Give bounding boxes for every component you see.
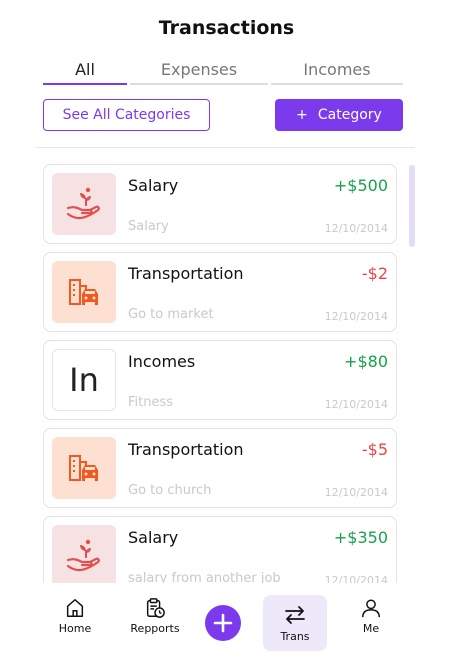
nav-me-label: Me — [362, 622, 380, 635]
bottom-nav: Home Repports Trans Me — [0, 585, 453, 658]
see-all-categories-button[interactable]: See All Categories — [43, 99, 210, 131]
scrollbar[interactable] — [409, 165, 415, 247]
hand-coin-icon — [52, 525, 116, 583]
nav-reports[interactable]: Repports — [123, 597, 187, 651]
transaction-amount: +$350 — [333, 528, 388, 547]
transaction-name: Transportation — [128, 264, 244, 283]
see-all-categories-label: See All Categories — [62, 107, 191, 123]
tab-bar: All Expenses Incomes — [43, 60, 403, 86]
nav-trans-label: Trans — [280, 630, 310, 643]
transaction-amount: +$500 — [333, 176, 388, 195]
tab-all[interactable]: All — [43, 60, 127, 85]
clipboard-clock-icon — [146, 598, 165, 618]
transaction-card[interactable]: Transportation -$2 Go to market 12/10/20… — [43, 252, 397, 332]
transaction-date: 12/10/2014 — [324, 486, 388, 499]
tab-incomes-label: Incomes — [303, 60, 371, 79]
nav-reports-label: Repports — [130, 622, 180, 635]
tab-expenses[interactable]: Expenses — [130, 60, 268, 85]
transaction-list[interactable]: Salary +$500 Salary 12/10/2014 Transport… — [0, 160, 453, 583]
nav-home-label: Home — [58, 622, 92, 635]
transaction-name: Salary — [128, 528, 179, 547]
transaction-amount: -$2 — [361, 264, 388, 283]
transaction-name: Salary — [128, 176, 179, 195]
tab-all-label: All — [75, 60, 95, 79]
transaction-card[interactable]: Transportation -$5 Go to church 12/10/20… — [43, 428, 397, 508]
tab-underline — [271, 83, 403, 85]
tab-expenses-label: Expenses — [160, 60, 238, 79]
transaction-name: Incomes — [128, 352, 196, 371]
transaction-note: Salary — [128, 219, 169, 234]
tab-incomes[interactable]: Incomes — [271, 60, 403, 85]
nav-home[interactable]: Home — [43, 597, 107, 651]
transaction-card[interactable]: Salary +$350 salary from another job 12/… — [43, 516, 397, 583]
page-title: Transactions — [158, 17, 295, 39]
transaction-date: 12/10/2014 — [324, 398, 388, 411]
transaction-name: Transportation — [128, 440, 244, 459]
add-category-label: Category — [317, 107, 382, 123]
tab-underline — [43, 83, 127, 85]
city-car-icon — [52, 437, 116, 499]
incomes-initials-icon: In — [52, 349, 116, 411]
incomes-initials: In — [69, 361, 99, 399]
transaction-note: Go to church — [128, 483, 212, 498]
plus-icon — [213, 613, 233, 633]
home-icon — [66, 599, 84, 617]
transaction-card[interactable]: In Incomes +$80 Fitness 12/10/2014 — [43, 340, 397, 420]
tab-underline — [130, 83, 268, 85]
hand-coin-icon — [52, 173, 116, 235]
user-icon — [362, 599, 380, 618]
city-car-icon — [52, 261, 116, 323]
transaction-amount: -$5 — [361, 440, 388, 459]
transaction-note: Fitness — [128, 395, 174, 410]
plus-icon: + — [296, 107, 308, 123]
transfer-arrows-icon — [285, 606, 305, 624]
transaction-note: salary from another job — [128, 571, 281, 583]
nav-trans[interactable]: Trans — [263, 595, 327, 651]
transaction-date: 12/10/2014 — [324, 574, 388, 583]
transaction-date: 12/10/2014 — [324, 310, 388, 323]
nav-me[interactable]: Me — [339, 597, 403, 651]
transaction-amount: +$80 — [344, 352, 388, 371]
divider — [35, 147, 415, 148]
add-transaction-button[interactable] — [205, 605, 241, 641]
transaction-date: 12/10/2014 — [324, 222, 388, 235]
transaction-card[interactable]: Salary +$500 Salary 12/10/2014 — [43, 164, 397, 244]
transaction-note: Go to market — [128, 307, 214, 322]
add-category-button[interactable]: + Category — [275, 99, 403, 131]
